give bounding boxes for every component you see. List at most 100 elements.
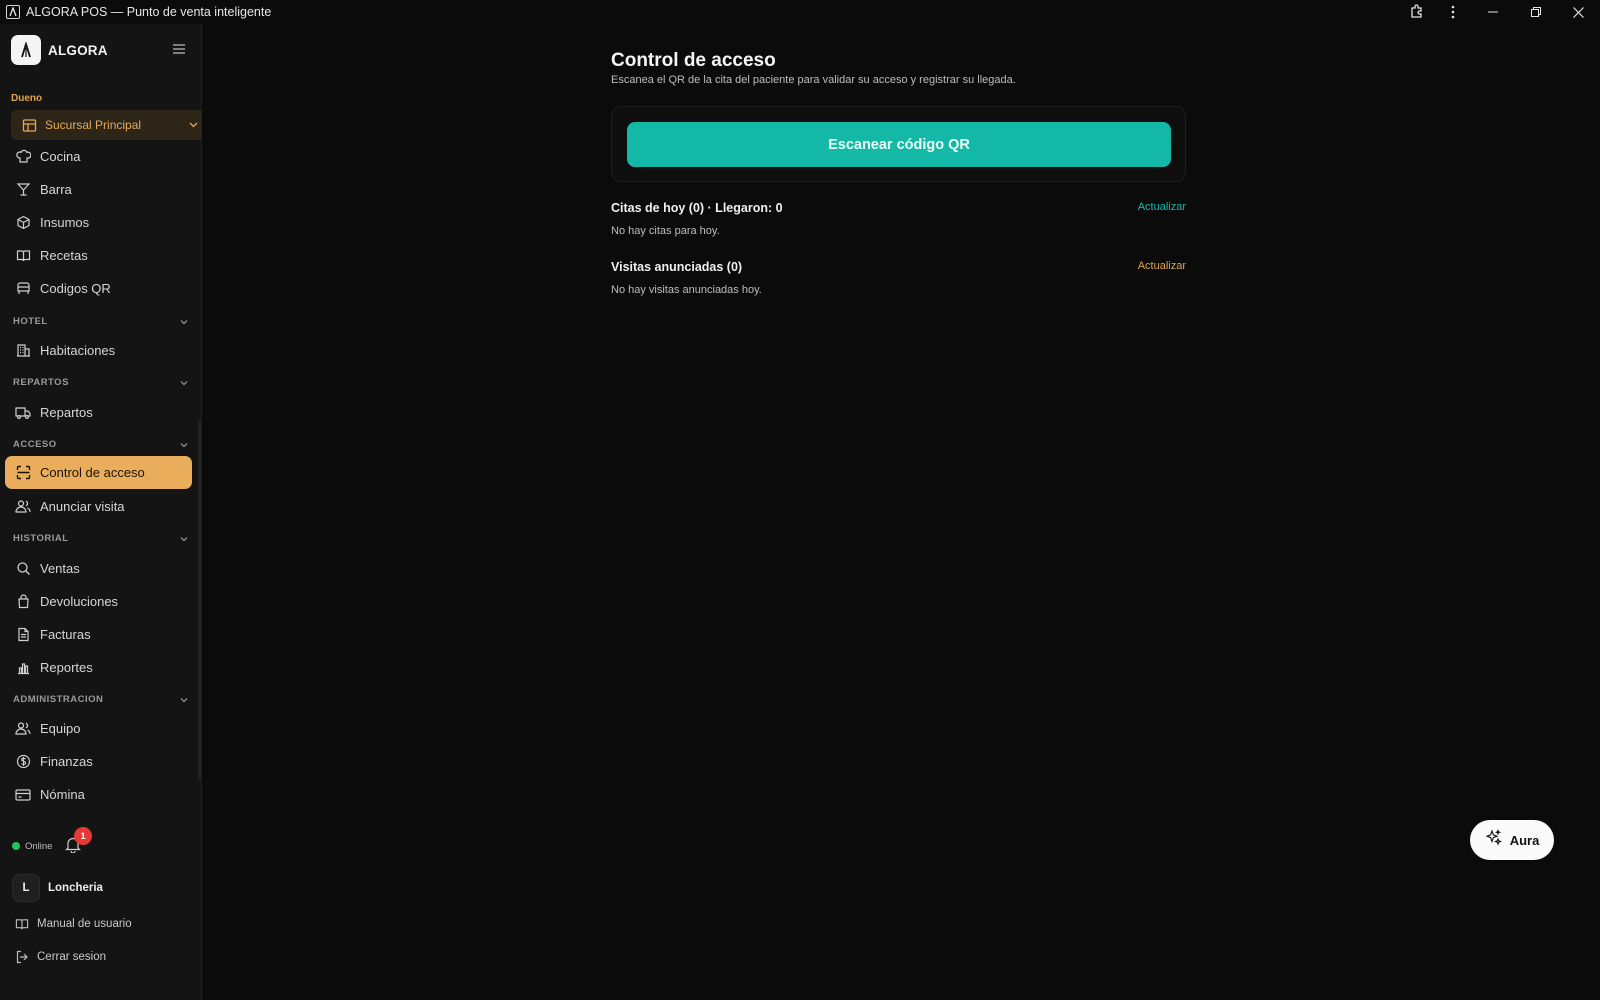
status-label: Online	[25, 840, 53, 852]
sidebar-item-label: Insumos	[40, 215, 90, 230]
user-manual-label: Manual de usuario	[37, 918, 132, 930]
sidebar-item-insumos[interactable]: Insumos	[5, 206, 192, 239]
user-name: Loncheria	[48, 882, 103, 894]
notification-badge: 1	[74, 827, 92, 845]
building-icon	[15, 343, 31, 359]
chevron-down-icon	[178, 532, 190, 544]
section-label: ACCESO	[13, 438, 57, 450]
minimize-icon[interactable]	[1471, 0, 1514, 24]
user-manual-link[interactable]: Manual de usuario	[15, 915, 132, 933]
sidebar-item-habitaciones[interactable]: Habitaciones	[5, 334, 192, 367]
main-content: Control de acceso Escanea el QR de la ci…	[203, 24, 1600, 1000]
chevron-down-icon	[178, 315, 190, 327]
sidebar-item-label: Cocina	[40, 149, 81, 164]
window-titlebar: ALGORA POS — Punto de venta inteligente	[0, 0, 1600, 24]
sidebar-item-label: Nómina	[40, 787, 85, 802]
extensions-icon[interactable]	[1399, 0, 1435, 24]
sidebar-item-repartos[interactable]: Repartos	[5, 396, 192, 429]
sidebar-item-label: Barra	[40, 182, 72, 197]
sidebar-item-label: Codigos QR	[40, 281, 111, 296]
section-label: HOTEL	[13, 315, 48, 327]
branch-selector[interactable]: Sucursal Principal	[11, 110, 202, 140]
sidebar-item-barra[interactable]: Barra	[5, 173, 192, 206]
store-icon	[22, 118, 37, 133]
close-icon[interactable]	[1557, 0, 1600, 24]
chevron-down-icon	[178, 438, 190, 450]
section-label: REPARTOS	[13, 376, 69, 388]
aura-assistant-button[interactable]: Aura	[1470, 820, 1554, 860]
chef-hat-icon	[15, 149, 31, 165]
hamburger-menu-icon[interactable]	[172, 42, 188, 58]
sidebar-item-label: Recetas	[40, 248, 88, 263]
logout-link[interactable]: Cerrar sesion	[15, 948, 106, 966]
visitas-title: Visitas anunciadas (0)	[611, 260, 743, 274]
sidebar-item-control-de-acceso[interactable]: Control de acceso	[5, 456, 192, 489]
branch-label: Sucursal Principal	[45, 118, 142, 132]
visitas-refresh-link[interactable]: Actualizar	[1123, 260, 1186, 272]
aura-label: Aura	[1509, 832, 1540, 848]
bar-chart-icon	[15, 660, 31, 676]
users-icon	[15, 499, 31, 515]
sidebar-item-label: Reportes	[40, 660, 93, 675]
qr-icon	[15, 281, 31, 297]
sidebar-item-anunciar-visita[interactable]: Anunciar visita	[5, 490, 192, 523]
brand-logo-icon	[11, 35, 41, 65]
sidebar-item-label: Facturas	[40, 627, 91, 642]
sidebar-item-equipo[interactable]: Equipo	[5, 712, 192, 745]
sidebar-item-label: Habitaciones	[40, 343, 116, 358]
sparkles-icon	[1485, 829, 1502, 851]
shopping-bag-icon	[15, 594, 31, 610]
citas-title: Citas de hoy (0) · Llegaron: 0	[611, 201, 783, 215]
avatar: L	[12, 874, 40, 902]
scan-qr-button[interactable]: Escanear código QR	[627, 122, 1171, 167]
chevron-down-icon	[178, 693, 190, 705]
sidebar-item-nomina[interactable]: Nómina	[5, 778, 192, 811]
sidebar-scrollbar[interactable]	[198, 420, 201, 780]
more-options-icon[interactable]	[1435, 0, 1471, 24]
sidebar-item-label: Control de acceso	[40, 465, 145, 480]
sidebar-item-finanzas[interactable]: Finanzas	[5, 745, 192, 778]
online-dot-icon	[12, 842, 20, 850]
scan-card: Escanear código QR	[611, 106, 1186, 182]
book-icon	[15, 917, 29, 931]
logout-icon	[15, 950, 29, 964]
dollar-icon	[15, 754, 31, 770]
app-logo-icon	[6, 5, 20, 19]
credit-card-icon	[15, 787, 31, 803]
page-title: Control de acceso	[611, 50, 776, 71]
scan-icon	[15, 465, 31, 481]
truck-icon	[15, 405, 31, 421]
sidebar-item-facturas[interactable]: Facturas	[5, 618, 192, 651]
users-icon	[15, 721, 31, 737]
logout-label: Cerrar sesion	[37, 951, 107, 963]
user-profile[interactable]: L Loncheria	[12, 874, 103, 902]
page-subtitle: Escanea el QR de la cita del paciente pa…	[611, 74, 1016, 86]
sidebar-item-devoluciones[interactable]: Devoluciones	[5, 585, 192, 618]
window-title: ALGORA POS — Punto de venta inteligente	[26, 5, 272, 19]
section-repartos[interactable]: REPARTOS	[13, 375, 190, 389]
sidebar-item-label: Repartos	[40, 405, 93, 420]
user-role: Dueno	[11, 93, 43, 104]
search-icon	[15, 561, 31, 577]
sidebar-item-label: Anunciar visita	[40, 499, 125, 514]
citas-refresh-link[interactable]: Actualizar	[1123, 201, 1186, 213]
sidebar-item-codigos-qr[interactable]: Codigos QR	[5, 272, 192, 305]
brand[interactable]: ALGORA	[11, 35, 108, 65]
section-label: HISTORIAL	[13, 532, 69, 544]
section-historial[interactable]: HISTORIAL	[13, 531, 190, 545]
section-administracion[interactable]: ADMINISTRACION	[13, 692, 190, 706]
sidebar-item-label: Finanzas	[40, 754, 93, 769]
restore-icon[interactable]	[1514, 0, 1557, 24]
connection-status: Online	[12, 834, 52, 858]
box-icon	[15, 215, 31, 231]
chevron-down-icon	[178, 376, 190, 388]
section-acceso[interactable]: ACCESO	[13, 437, 190, 451]
sidebar-item-ventas[interactable]: Ventas	[5, 552, 192, 585]
book-icon	[15, 248, 31, 264]
brand-name: ALGORA	[48, 42, 108, 58]
sidebar-item-recetas[interactable]: Recetas	[5, 239, 192, 272]
section-hotel[interactable]: HOTEL	[13, 314, 190, 328]
sidebar-item-cocina[interactable]: Cocina	[5, 140, 192, 173]
chevron-down-icon	[187, 118, 200, 131]
sidebar-item-reportes[interactable]: Reportes	[5, 651, 192, 684]
